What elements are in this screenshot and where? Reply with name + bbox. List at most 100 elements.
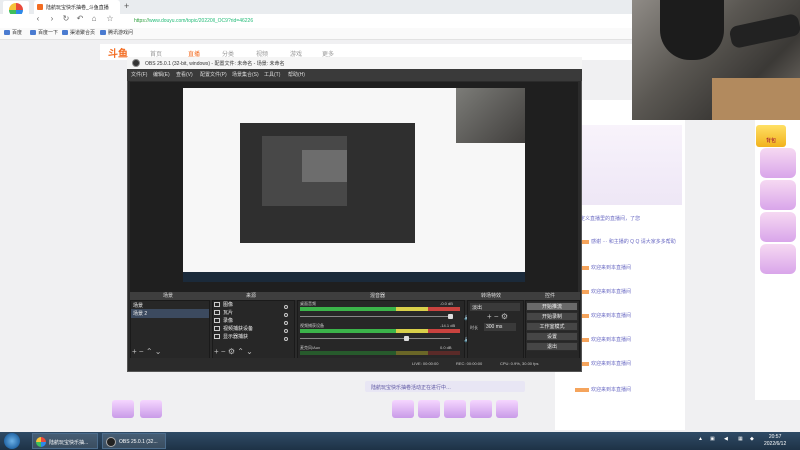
camera-icon: [214, 326, 220, 332]
exit-button[interactable]: 退出: [526, 342, 578, 351]
source-item[interactable]: 录像: [214, 317, 233, 324]
source-item[interactable]: 图像: [214, 301, 233, 308]
obs-titlebar[interactable]: OBS 25.0.1 (32-bit, windows) - 配置文件: 未命名…: [127, 57, 582, 69]
menu-view[interactable]: 查看(V): [176, 71, 193, 78]
bookmark-star-icon[interactable]: ☆: [104, 14, 116, 23]
preview-webcam: [456, 88, 525, 143]
volume-slider[interactable]: [300, 316, 450, 317]
gift-icon[interactable]: [760, 180, 796, 210]
tray-network-icon[interactable]: ▣: [710, 436, 715, 442]
notice-banner[interactable]: 陆航玩宝快乐抽卷活动正在进行中…: [365, 381, 525, 392]
scenes-toolbar: + − ⌃ ⌄: [132, 347, 161, 356]
obs-menubar: [127, 69, 582, 81]
add-icon[interactable]: +: [487, 312, 492, 321]
add-icon[interactable]: +: [132, 347, 137, 356]
gift-icon[interactable]: [112, 400, 134, 418]
gift-icon[interactable]: [760, 212, 796, 242]
volume-slider[interactable]: [300, 338, 450, 339]
tray-keyboard-icon[interactable]: ▦: [738, 436, 743, 442]
chat-message: 欢迎来到本直播间: [575, 312, 631, 319]
bookmark-item[interactable]: 百度: [4, 29, 22, 36]
tray-arrow-icon[interactable]: ▲: [698, 436, 703, 442]
move-up-icon[interactable]: ⌃: [146, 347, 153, 356]
mixer-track-db: 0.0 dB: [440, 345, 452, 350]
gift-icon[interactable]: [418, 400, 440, 418]
source-item[interactable]: 瓦片: [214, 309, 233, 316]
chat-message: 自定义直播里的直播间，了您: [575, 216, 641, 222]
address-bar[interactable]: https://www.douyu.com/topic/20220ll_OC9?…: [130, 16, 630, 27]
source-item[interactable]: 显示器捕获: [214, 333, 248, 340]
tray-notification-icon[interactable]: ◆: [750, 436, 754, 442]
move-up-icon[interactable]: ⌃: [237, 347, 244, 356]
chat-message: 欢迎来到本直播间: [575, 386, 631, 393]
preview-taskbar: [183, 272, 525, 282]
scenes-dock-title: 场景: [163, 293, 174, 299]
undo-button[interactable]: ↶: [74, 14, 86, 23]
volume-slider-knob[interactable]: [404, 336, 409, 341]
bookmark-item[interactable]: 腾讯游戏问: [100, 29, 133, 36]
menu-tools[interactable]: 工具(T): [264, 71, 280, 78]
remove-icon[interactable]: −: [221, 347, 226, 356]
reload-button[interactable]: ↻: [60, 14, 72, 23]
taskbar-clock[interactable]: 20:57 2022/6/12: [764, 434, 786, 448]
browser-tab[interactable]: 陆航玩宝快乐抽卷_斗鱼直播: [34, 0, 120, 14]
taskbar-obs-button[interactable]: OBS 25.0.1 (32...: [102, 433, 166, 449]
menu-file[interactable]: 文件(F): [131, 71, 147, 78]
taskbar-browser-button[interactable]: 陆航玩宝快乐抽...: [32, 433, 98, 449]
visibility-eye-icon[interactable]: [284, 334, 288, 343]
live-status: LIVE: 00:00:00: [412, 361, 439, 366]
clock-date: 2022/6/12: [764, 441, 787, 447]
site-logo[interactable]: 斗鱼: [108, 45, 128, 60]
move-down-icon[interactable]: ⌄: [155, 347, 162, 356]
source-item[interactable]: 视频捕获设备: [214, 325, 253, 332]
settings-button[interactable]: 设置: [526, 332, 578, 341]
gift-icon[interactable]: [496, 400, 518, 418]
transition-select[interactable]: 淡出: [470, 303, 520, 311]
menu-scene-collection[interactable]: 场景集合(S): [232, 71, 259, 78]
chat-message: 感谢 ··· 和主播的 Q Q 请大家多多帮助: [575, 238, 676, 245]
windows-start-icon[interactable]: [4, 433, 20, 449]
gift-icon[interactable]: [760, 244, 796, 274]
gift-icon[interactable]: [140, 400, 162, 418]
gear-icon[interactable]: ⚙: [501, 312, 508, 321]
forward-button[interactable]: ›: [46, 14, 58, 23]
back-button[interactable]: ‹: [32, 14, 44, 23]
gift-bag-button[interactable]: 背包: [756, 125, 786, 147]
remove-icon[interactable]: −: [494, 312, 499, 321]
cpu-status: CPU: 0.9%, 30.00 fps: [500, 361, 539, 366]
address-url: www.douyu.com/topic/20220ll_OC9?rid=4622…: [149, 18, 254, 24]
remove-icon[interactable]: −: [139, 347, 144, 356]
site-favicon-icon: [37, 4, 43, 10]
volume-meter: [300, 351, 460, 355]
gear-icon[interactable]: ⚙: [228, 347, 235, 356]
bookmark-item[interactable]: 渠道聚合页: [62, 29, 95, 36]
duration-input[interactable]: 300 ms: [484, 323, 516, 331]
menu-edit[interactable]: 编辑(E): [153, 71, 170, 78]
studio-mode-button[interactable]: 工作室模式: [526, 322, 578, 331]
chat-message: 欢迎来到本直播间: [575, 288, 631, 295]
bookmark-item[interactable]: 百度一下: [30, 29, 58, 36]
scene-item[interactable]: 场景 2: [131, 309, 209, 318]
start-streaming-button[interactable]: 开始推流: [526, 302, 578, 311]
gift-icon[interactable]: [392, 400, 414, 418]
monitor-icon: [214, 334, 220, 340]
volume-slider-knob[interactable]: [448, 314, 453, 319]
mixer-track-db: -0.0 dB: [440, 301, 453, 306]
gift-icon[interactable]: [444, 400, 466, 418]
gift-icon[interactable]: [760, 148, 796, 178]
gift-icon[interactable]: [470, 400, 492, 418]
rec-status: REC: 00:00:00: [456, 361, 483, 366]
start-recording-button[interactable]: 开始录制: [526, 312, 578, 321]
tray-volume-icon[interactable]: ◀: [724, 436, 728, 442]
preview-nested-screen: [302, 150, 347, 182]
move-down-icon[interactable]: ⌄: [246, 347, 253, 356]
menu-profile[interactable]: 配置文件(P): [200, 71, 227, 78]
add-icon[interactable]: +: [214, 347, 219, 356]
home-button[interactable]: ⌂: [88, 14, 100, 23]
chat-message: 欢迎来到本直播间: [575, 264, 631, 271]
new-tab-button[interactable]: +: [124, 1, 129, 11]
chat-message: 欢迎来到本直播间: [575, 336, 631, 343]
transition-toolbar: + − ⚙: [487, 312, 508, 321]
volume-meter: [300, 307, 460, 311]
menu-help[interactable]: 帮助(H): [288, 71, 305, 78]
